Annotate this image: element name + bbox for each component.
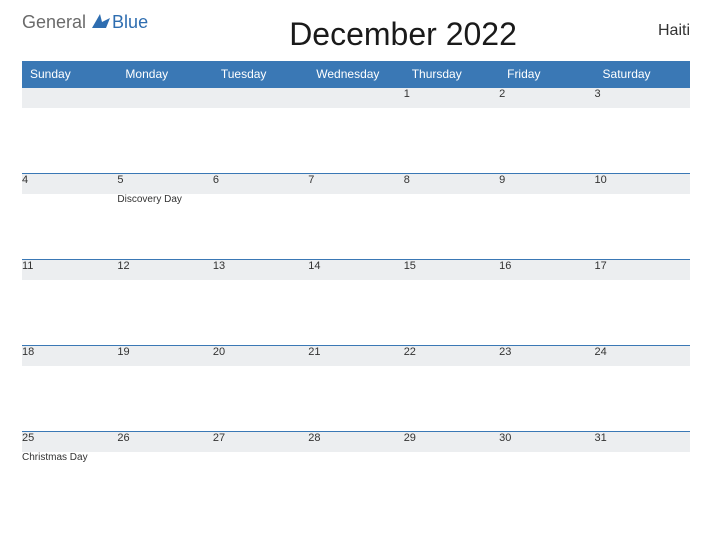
day-event-cell [499, 366, 594, 432]
country-label: Haiti [658, 22, 690, 40]
logo-text-1: General [22, 12, 86, 33]
week-number-row: 123 [22, 88, 690, 108]
day-number-cell: 19 [117, 346, 212, 366]
day-event-cell [404, 452, 499, 518]
weekday-header: Sunday [22, 61, 117, 88]
day-number-cell: 17 [595, 260, 690, 280]
calendar-title: December 2022 [148, 16, 658, 53]
day-event-cell [117, 452, 212, 518]
day-event-cell [213, 280, 308, 346]
day-event-cell [499, 194, 594, 260]
day-number-cell [117, 88, 212, 108]
day-event-cell [22, 108, 117, 174]
day-event-cell [595, 280, 690, 346]
day-number-cell: 24 [595, 346, 690, 366]
day-number-cell: 9 [499, 174, 594, 194]
day-number-cell: 26 [117, 432, 212, 452]
day-number-cell: 27 [213, 432, 308, 452]
day-number-cell: 15 [404, 260, 499, 280]
day-number-cell: 23 [499, 346, 594, 366]
day-number-cell: 8 [404, 174, 499, 194]
day-number-cell: 14 [308, 260, 403, 280]
day-number-cell: 21 [308, 346, 403, 366]
week-number-row: 25262728293031 [22, 432, 690, 452]
weekday-header: Wednesday [308, 61, 403, 88]
day-event-cell [499, 108, 594, 174]
weekday-header: Thursday [404, 61, 499, 88]
logo-text-2: Blue [112, 12, 148, 33]
day-event-cell [213, 108, 308, 174]
day-event-cell [22, 366, 117, 432]
day-number-cell: 7 [308, 174, 403, 194]
day-number-cell: 11 [22, 260, 117, 280]
day-number-cell: 10 [595, 174, 690, 194]
day-number-cell [22, 88, 117, 108]
week-body-row [22, 108, 690, 174]
day-number-cell: 4 [22, 174, 117, 194]
day-event-cell [22, 194, 117, 260]
day-number-cell [213, 88, 308, 108]
week-body-row: Discovery Day [22, 194, 690, 260]
day-number-cell: 31 [595, 432, 690, 452]
day-event-cell [117, 108, 212, 174]
day-event-cell [22, 280, 117, 346]
day-event-cell: Discovery Day [117, 194, 212, 260]
day-event-cell [404, 108, 499, 174]
day-number-cell: 16 [499, 260, 594, 280]
day-event-cell [308, 452, 403, 518]
day-event-cell [595, 366, 690, 432]
weekday-header-row: Sunday Monday Tuesday Wednesday Thursday… [22, 61, 690, 88]
week-number-row: 18192021222324 [22, 346, 690, 366]
week-body-row: Christmas Day [22, 452, 690, 518]
day-number-cell: 25 [22, 432, 117, 452]
week-body-row [22, 280, 690, 346]
day-event-cell [308, 194, 403, 260]
day-event-cell [213, 194, 308, 260]
day-number-cell: 2 [499, 88, 594, 108]
day-number-cell: 18 [22, 346, 117, 366]
week-number-row: 11121314151617 [22, 260, 690, 280]
day-number-cell: 3 [595, 88, 690, 108]
day-event-cell: Christmas Day [22, 452, 117, 518]
week-number-row: 45678910 [22, 174, 690, 194]
calendar-grid: Sunday Monday Tuesday Wednesday Thursday… [22, 61, 690, 518]
day-event-cell [404, 280, 499, 346]
week-body-row [22, 366, 690, 432]
day-event-cell [499, 452, 594, 518]
day-number-cell: 12 [117, 260, 212, 280]
day-number-cell [308, 88, 403, 108]
day-event-cell [404, 366, 499, 432]
day-number-cell: 13 [213, 260, 308, 280]
day-event-cell [499, 280, 594, 346]
day-event-cell [117, 280, 212, 346]
day-event-cell [213, 452, 308, 518]
day-event-cell [308, 280, 403, 346]
day-event-cell [213, 366, 308, 432]
day-number-cell: 6 [213, 174, 308, 194]
day-event-cell [117, 366, 212, 432]
day-number-cell: 5 [117, 174, 212, 194]
day-number-cell: 22 [404, 346, 499, 366]
calendar-header: General Blue December 2022 Haiti [22, 12, 690, 53]
day-event-cell [595, 452, 690, 518]
logo: General Blue [22, 12, 148, 33]
day-event-cell [308, 108, 403, 174]
day-event-cell [595, 108, 690, 174]
day-number-cell: 29 [404, 432, 499, 452]
weekday-header: Saturday [595, 61, 690, 88]
day-number-cell: 1 [404, 88, 499, 108]
day-event-cell [308, 366, 403, 432]
weekday-header: Friday [499, 61, 594, 88]
weekday-header: Monday [117, 61, 212, 88]
day-event-cell [404, 194, 499, 260]
day-number-cell: 20 [213, 346, 308, 366]
day-number-cell: 30 [499, 432, 594, 452]
logo-icon [88, 12, 110, 33]
weekday-header: Tuesday [213, 61, 308, 88]
day-number-cell: 28 [308, 432, 403, 452]
day-event-cell [595, 194, 690, 260]
